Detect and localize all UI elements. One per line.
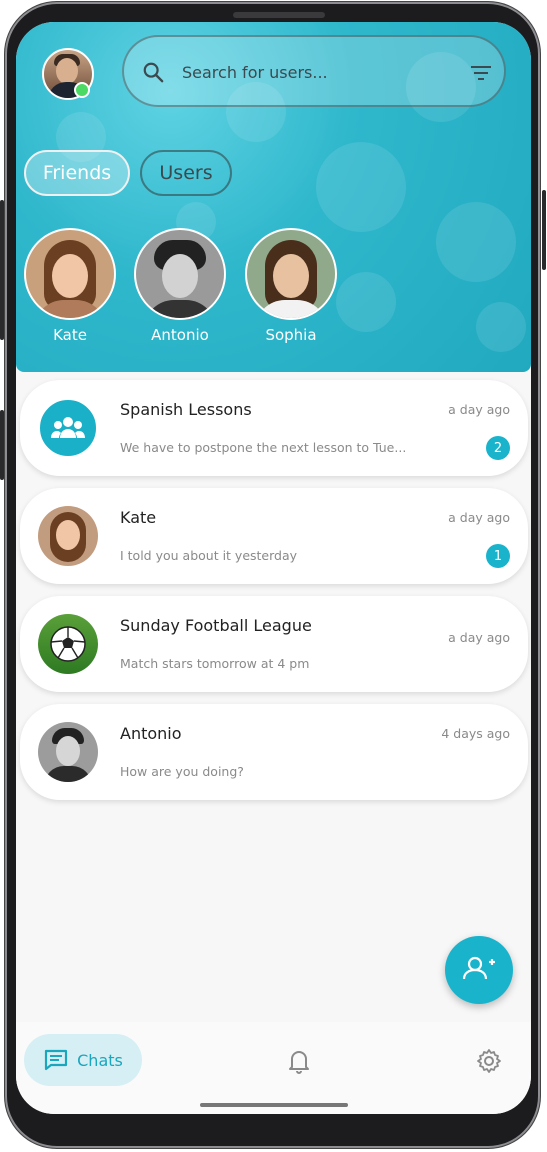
nav-chats[interactable]: Chats [24, 1034, 142, 1086]
power-button [542, 190, 546, 270]
chat-time: 4 days ago [441, 726, 510, 741]
kate-photo [38, 506, 98, 566]
filter-icon[interactable] [470, 64, 492, 82]
group-icon [38, 398, 98, 458]
search-input[interactable] [180, 57, 434, 87]
friend-avatar [245, 228, 337, 320]
volume-button [0, 410, 4, 480]
chat-preview: We have to postpone the next lesson to T… [120, 440, 407, 455]
bottom-navigation: Chats [16, 1022, 531, 1114]
search-icon [143, 62, 164, 83]
friend-name: Kate [53, 326, 87, 344]
chat-item-kate[interactable]: Kate I told you about it yesterday a day… [20, 488, 528, 584]
chat-time: a day ago [448, 402, 510, 417]
nav-chats-label: Chats [77, 1050, 123, 1070]
friend-name: Antonio [151, 326, 209, 344]
friend-avatar [134, 228, 226, 320]
online-status-dot [74, 82, 90, 98]
chat-preview: Match stars tomorrow at 4 pm [120, 656, 310, 671]
antonio-photo [38, 722, 98, 782]
home-indicator [200, 1103, 348, 1107]
unread-badge: 2 [486, 436, 510, 460]
chat-time: a day ago [448, 630, 510, 645]
chat-title: Kate [120, 508, 157, 527]
chat-preview: How are you doing? [120, 764, 244, 779]
chat-item-antonio[interactable]: Antonio How are you doing? 4 days ago [20, 704, 528, 800]
app-screen: Friends Users Kate Antonio So [16, 22, 531, 1114]
speaker-grille [233, 12, 325, 18]
chats-icon [45, 1049, 68, 1071]
tab-users[interactable]: Users [140, 150, 232, 196]
unread-badge: 1 [486, 544, 510, 568]
chat-title: Spanish Lessons [120, 400, 252, 419]
header-section: Friends Users Kate Antonio So [16, 22, 531, 372]
friend-item-antonio[interactable]: Antonio [134, 228, 226, 344]
gear-icon[interactable] [476, 1048, 502, 1074]
friend-item-kate[interactable]: Kate [24, 228, 116, 344]
friend-item-sophia[interactable]: Sophia [245, 228, 337, 344]
chat-time: a day ago [448, 510, 510, 525]
add-user-icon [462, 956, 495, 980]
soccer-ball-photo [38, 614, 98, 674]
add-user-button[interactable] [445, 936, 513, 1004]
chat-item-sunday-football-league[interactable]: Sunday Football League Match stars tomor… [20, 596, 528, 692]
volume-button [0, 200, 4, 340]
chat-title: Antonio [120, 724, 182, 743]
chat-preview: I told you about it yesterday [120, 548, 298, 563]
bell-icon[interactable] [287, 1048, 311, 1074]
chat-item-spanish-lessons[interactable]: Spanish Lessons We have to postpone the … [20, 380, 528, 476]
search-bar[interactable] [122, 35, 506, 107]
chat-title: Sunday Football League [120, 616, 312, 635]
tab-friends[interactable]: Friends [24, 150, 130, 196]
friend-name: Sophia [265, 326, 317, 344]
friend-avatar [24, 228, 116, 320]
